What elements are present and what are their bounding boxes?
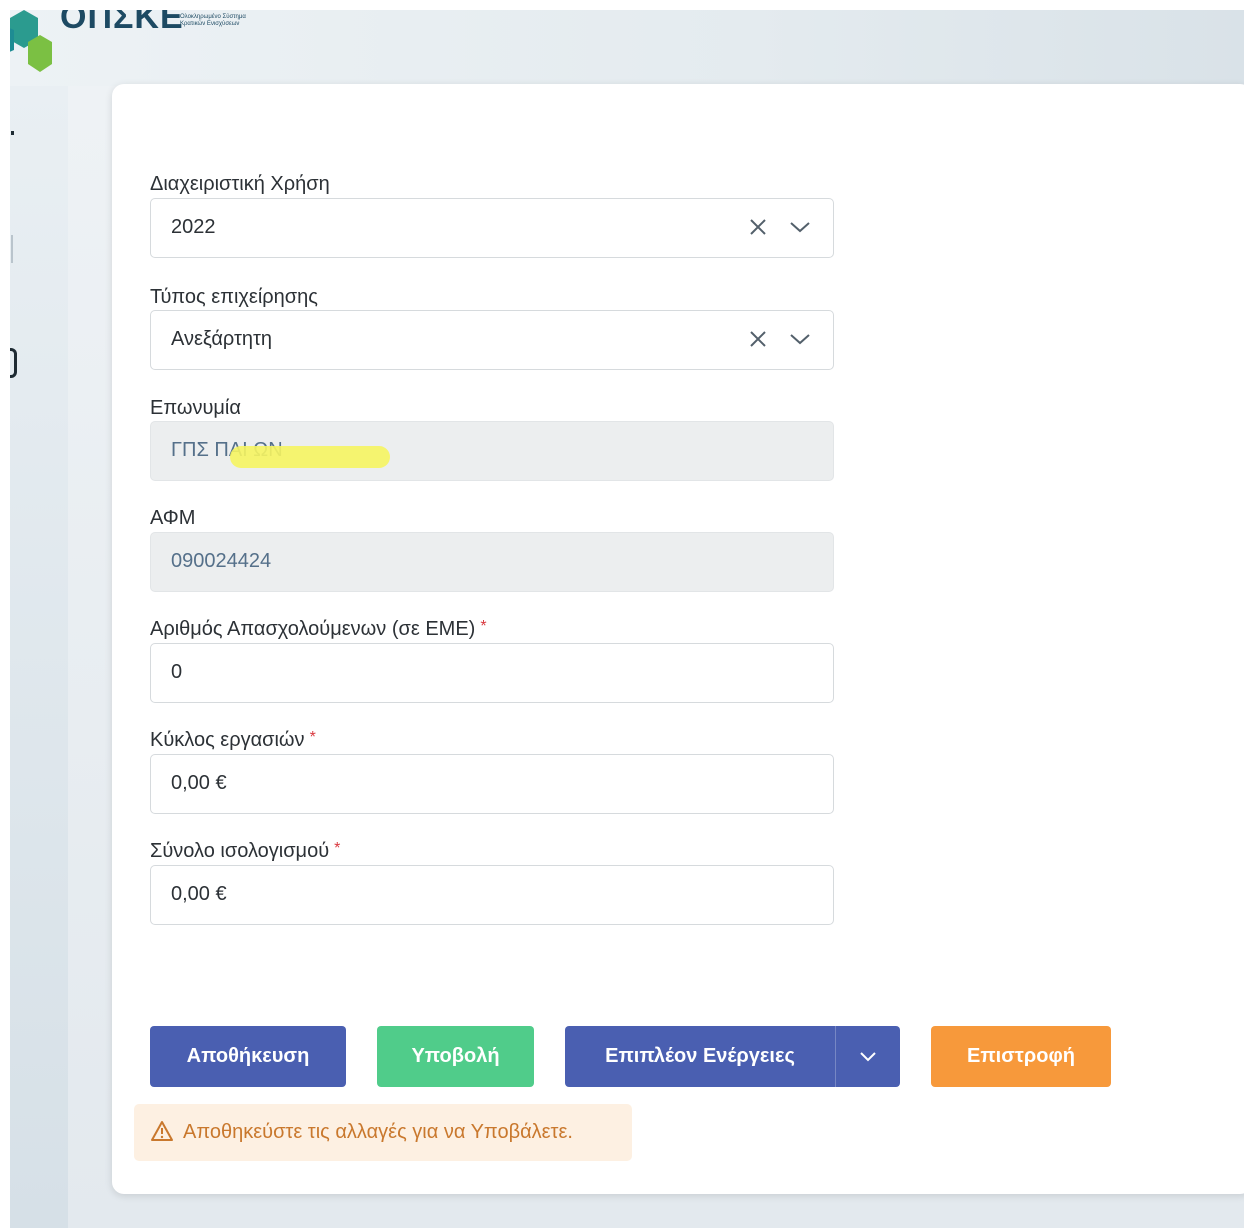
sidebar-dot-icon[interactable] xyxy=(11,131,14,135)
business-type-label: Τύπος επιχείρησης xyxy=(150,286,318,308)
employees-input[interactable]: 0 xyxy=(150,643,834,703)
chevron-down-icon[interactable] xyxy=(789,217,811,237)
employees-value: 0 xyxy=(171,661,183,683)
app-logo[interactable]: ΟΠΣΚΕ Ολοκληρωμένο Σύστημα Κρατικών Ενισ… xyxy=(10,10,310,80)
clear-icon[interactable] xyxy=(748,217,768,237)
logo-subtitle-line-2: Κρατικών Ενισχύσεων xyxy=(180,21,240,27)
redaction-highlight xyxy=(230,446,390,468)
fiscal-year-select[interactable]: 2022 xyxy=(150,198,834,258)
warning-icon xyxy=(151,1121,173,1141)
clear-icon[interactable] xyxy=(748,329,768,349)
logo-subtitle: Ολοκληρωμένο Σύστημα Κρατικών Ενισχύσεων xyxy=(180,14,246,28)
balance-sheet-label-text: Σύνολο ισολογισμού xyxy=(150,840,330,862)
business-type-value: Ανεξάρτητη xyxy=(171,328,273,350)
button-divider xyxy=(835,1026,836,1087)
back-button[interactable]: Επιστροφή xyxy=(931,1026,1111,1087)
sidebar-handle-icon[interactable] xyxy=(11,235,13,263)
tax-id-field: 090024424 xyxy=(150,532,834,592)
turnover-value: 0,00 € xyxy=(171,772,227,794)
logo-text: ΟΠΣΚΕ xyxy=(60,10,184,36)
balance-sheet-label: Σύνολο ισολογισμού * xyxy=(150,840,340,863)
required-asterisk: * xyxy=(480,618,487,635)
employees-label-text: Αριθμός Απασχολούμενων (σε ΕΜΕ) xyxy=(150,618,476,640)
submit-button[interactable]: Υποβολή xyxy=(377,1026,534,1087)
left-sidebar xyxy=(10,86,68,1228)
company-name-label: Επωνυμία xyxy=(150,397,241,419)
more-actions-button[interactable]: Επιπλέον Ενέργειες xyxy=(565,1026,900,1087)
required-asterisk: * xyxy=(309,729,316,746)
chevron-down-icon[interactable] xyxy=(789,329,811,349)
save-button[interactable]: Αποθήκευση xyxy=(150,1026,346,1087)
tax-id-label: ΑΦΜ xyxy=(150,507,196,529)
warning-alert: Αποθηκεύστε τις αλλαγές για να Υποβάλετε… xyxy=(134,1104,632,1161)
turnover-input[interactable]: 0,00 € xyxy=(150,754,834,814)
required-asterisk: * xyxy=(334,840,341,857)
turnover-label-text: Κύκλος εργασιών xyxy=(150,729,305,751)
sidebar-bracket-icon[interactable] xyxy=(10,348,17,378)
logo-subtitle-line-1: Ολοκληρωμένο Σύστημα xyxy=(180,14,246,20)
fiscal-year-label: Διαχειριστική Χρήση xyxy=(150,173,330,195)
warning-text: Αποθηκεύστε τις αλλαγές για να Υποβάλετε… xyxy=(183,1121,573,1143)
turnover-label: Κύκλος εργασιών * xyxy=(150,729,316,752)
fiscal-year-value: 2022 xyxy=(171,216,216,238)
tax-id-value: 090024424 xyxy=(171,550,272,572)
more-actions-label: Επιπλέον Ενέργειες xyxy=(605,1045,795,1067)
business-type-select[interactable]: Ανεξάρτητη xyxy=(150,310,834,370)
balance-sheet-input[interactable]: 0,00 € xyxy=(150,865,834,925)
chevron-down-icon[interactable] xyxy=(858,1048,878,1066)
balance-sheet-value: 0,00 € xyxy=(171,883,227,905)
employees-label: Αριθμός Απασχολούμενων (σε ΕΜΕ) * xyxy=(150,618,487,641)
